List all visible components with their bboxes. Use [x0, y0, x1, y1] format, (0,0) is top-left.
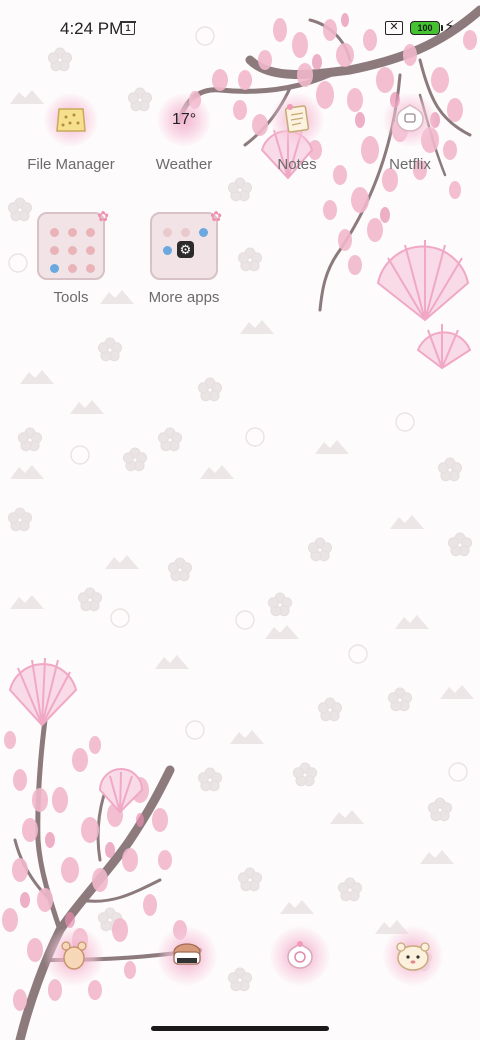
dock-phone[interactable] [44, 926, 104, 986]
folder-more-apps-icon: ⚙ ✿ [150, 208, 222, 280]
settings-icon: ⚙ [177, 241, 194, 258]
folder-tools[interactable]: ✿ Tools [11, 208, 131, 312]
folder-tools-icon: ✿ [37, 208, 109, 280]
app-label: Netflix [389, 156, 431, 173]
dock-browser[interactable] [270, 926, 330, 986]
no-sim-icon: ✕ [385, 21, 403, 35]
weather-icon: 17° [157, 93, 211, 147]
calendar-icon: 1 [120, 21, 136, 35]
app-label: Weather [155, 156, 213, 173]
app-weather[interactable]: 17° Weather [124, 93, 244, 183]
phone-icon [44, 926, 104, 986]
netflix-icon [383, 93, 437, 147]
camera-icon [383, 926, 443, 986]
notes-icon [270, 93, 324, 147]
app-file-manager[interactable]: File Manager [11, 93, 131, 183]
browser-icon [270, 926, 330, 986]
app-netflix[interactable]: Netflix [350, 93, 470, 183]
app-label: File Manager [27, 156, 115, 173]
folder-label: Tools [53, 289, 89, 306]
status-bar: 4:24 PM 1 ✕ 100 ⚡ [0, 0, 480, 56]
app-label: Notes [277, 156, 317, 173]
status-time: 4:24 PM [60, 19, 124, 38]
battery-icon: 100 [410, 21, 443, 35]
home-indicator[interactable] [151, 1026, 329, 1031]
file-manager-icon [44, 93, 98, 147]
dock-messages[interactable] [157, 926, 217, 986]
app-notes[interactable]: Notes [237, 93, 357, 183]
charging-icon: ⚡ [444, 18, 455, 35]
folder-more-apps[interactable]: ⚙ ✿ More apps [124, 208, 244, 312]
weather-temperature: 17° [172, 111, 197, 128]
messages-icon [157, 926, 217, 986]
dock-camera[interactable] [383, 926, 443, 986]
folder-label: More apps [148, 289, 220, 306]
